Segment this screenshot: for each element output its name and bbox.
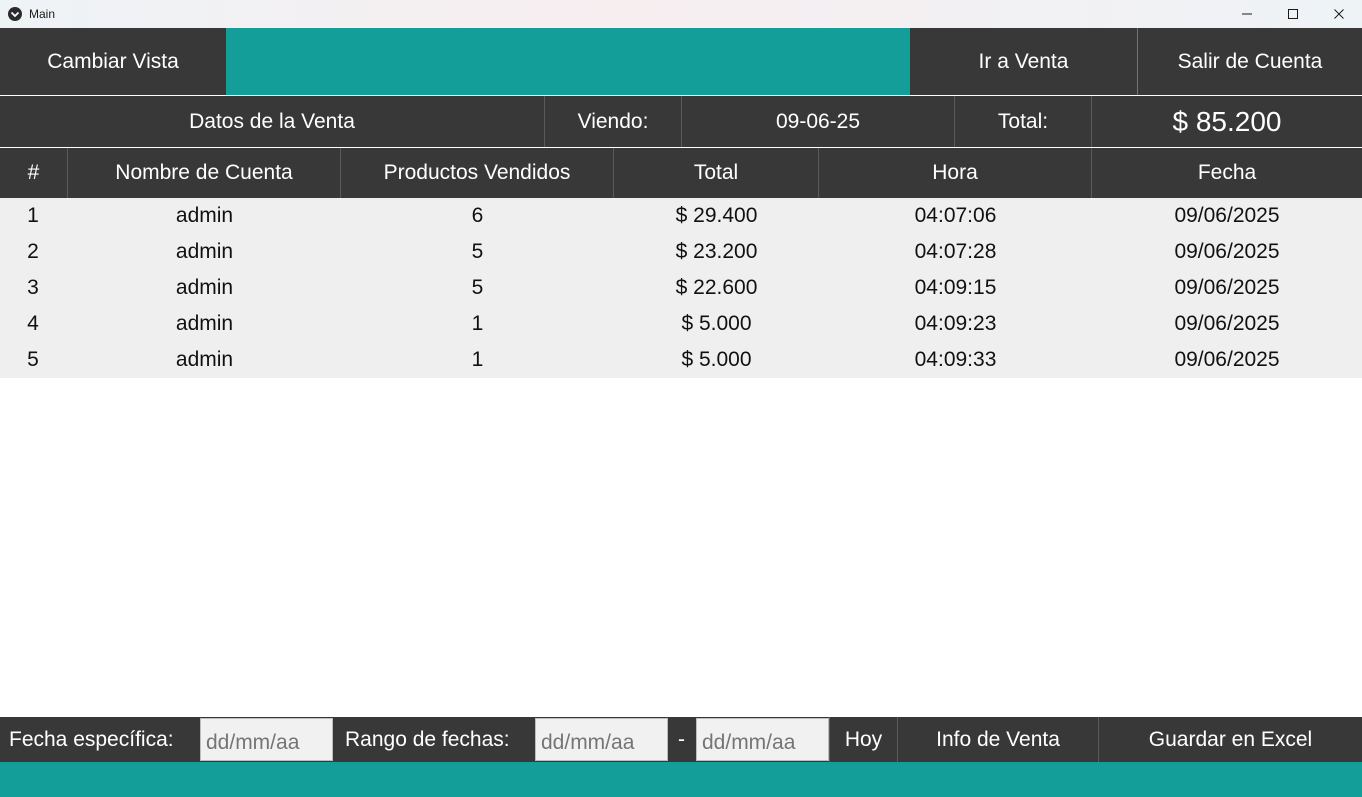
cell-number: 2 — [27, 240, 39, 263]
top-action-bar: Cambiar Vista Ir a Venta Salir de Cuenta — [0, 28, 1362, 95]
cell-total: $ 23.200 — [675, 240, 758, 263]
cell-time: 04:07:06 — [914, 204, 997, 227]
minimize-icon[interactable] — [1224, 0, 1270, 28]
cell-date: 09/06/2025 — [1174, 276, 1280, 299]
cell-time: 04:07:28 — [914, 240, 997, 263]
column-header-products-sold[interactable]: Productos Vendidos — [341, 148, 614, 198]
cell-products-sold: 6 — [471, 204, 484, 227]
specific-date-label: Fecha específica: — [9, 727, 174, 751]
date-range-label: Rango de fechas: — [345, 727, 510, 751]
sale-data-title: Datos de la Venta — [0, 96, 545, 147]
sales-table-body: 1 admin 6 $ 29.400 04:07:06 09/06/2025 2… — [0, 198, 1362, 378]
cell-number: 4 — [27, 312, 39, 335]
cell-products-sold: 1 — [471, 312, 484, 335]
date-range-from-input[interactable] — [535, 718, 668, 761]
window-titlebar: Main — [0, 0, 1362, 28]
bottom-filter-bar: Fecha específica: Rango de fechas: - Hoy… — [0, 717, 1362, 762]
cell-products-sold: 5 — [471, 276, 484, 299]
table-row[interactable]: 2 admin 5 $ 23.200 04:07:28 09/06/2025 — [0, 234, 1362, 270]
total-value: $ 85.200 — [1172, 105, 1282, 137]
cell-account-name: admin — [175, 204, 234, 227]
cell-total: $ 5.000 — [681, 312, 752, 335]
table-header: # Nombre de Cuenta Productos Vendidos To… — [0, 148, 1362, 198]
table-row[interactable]: 3 admin 5 $ 22.600 04:09:15 09/06/2025 — [0, 270, 1362, 306]
cell-account-name: admin — [175, 240, 234, 263]
column-header-date[interactable]: Fecha — [1092, 148, 1362, 198]
app-icon — [7, 6, 23, 22]
date-range-separator: - — [678, 727, 685, 751]
viewing-label: Viendo: — [545, 96, 682, 147]
cell-number: 5 — [27, 348, 39, 371]
cell-number: 1 — [27, 204, 39, 227]
cell-time: 04:09:15 — [914, 276, 997, 299]
close-icon[interactable] — [1316, 0, 1362, 28]
viewing-date-value: 09-06-25 — [682, 96, 955, 147]
sale-info-bar: Datos de la Venta Viendo: 09-06-25 Total… — [0, 96, 1362, 147]
maximize-icon[interactable] — [1270, 0, 1316, 28]
cell-products-sold: 1 — [471, 348, 484, 371]
cell-date: 09/06/2025 — [1174, 312, 1280, 335]
table-row[interactable]: 4 admin 1 $ 5.000 04:09:23 09/06/2025 — [0, 306, 1362, 342]
cell-date: 09/06/2025 — [1174, 204, 1280, 227]
cell-total: $ 5.000 — [681, 348, 752, 371]
today-button[interactable]: Hoy — [829, 717, 897, 762]
date-range-to-input[interactable] — [696, 718, 829, 761]
column-header-number[interactable]: # — [0, 148, 68, 198]
go-to-sale-button[interactable]: Ir a Venta — [910, 28, 1137, 95]
cell-date: 09/06/2025 — [1174, 240, 1280, 263]
cell-account-name: admin — [175, 348, 234, 371]
table-row[interactable]: 5 admin 1 $ 5.000 04:09:33 09/06/2025 — [0, 342, 1362, 378]
window-title: Main — [29, 7, 56, 21]
cell-total: $ 22.600 — [675, 276, 758, 299]
logout-button[interactable]: Salir de Cuenta — [1138, 28, 1362, 95]
column-header-time[interactable]: Hora — [819, 148, 1092, 198]
cell-date: 09/06/2025 — [1174, 348, 1280, 371]
table-row[interactable]: 1 admin 6 $ 29.400 04:07:06 09/06/2025 — [0, 198, 1362, 234]
column-header-account-name[interactable]: Nombre de Cuenta — [68, 148, 341, 198]
sale-info-button[interactable]: Info de Venta — [897, 717, 1098, 762]
specific-date-input[interactable] — [200, 718, 333, 761]
status-bar — [0, 762, 1362, 797]
save-excel-button[interactable]: Guardar en Excel — [1098, 717, 1362, 762]
cell-number: 3 — [27, 276, 39, 299]
cell-products-sold: 5 — [471, 240, 484, 263]
cell-account-name: admin — [175, 312, 234, 335]
cell-account-name: admin — [175, 276, 234, 299]
total-label: Total: — [955, 96, 1092, 147]
column-header-total[interactable]: Total — [614, 148, 819, 198]
cell-total: $ 29.400 — [675, 204, 758, 227]
change-view-button[interactable]: Cambiar Vista — [0, 28, 226, 95]
cell-time: 04:09:33 — [914, 348, 997, 371]
cell-time: 04:09:23 — [914, 312, 997, 335]
